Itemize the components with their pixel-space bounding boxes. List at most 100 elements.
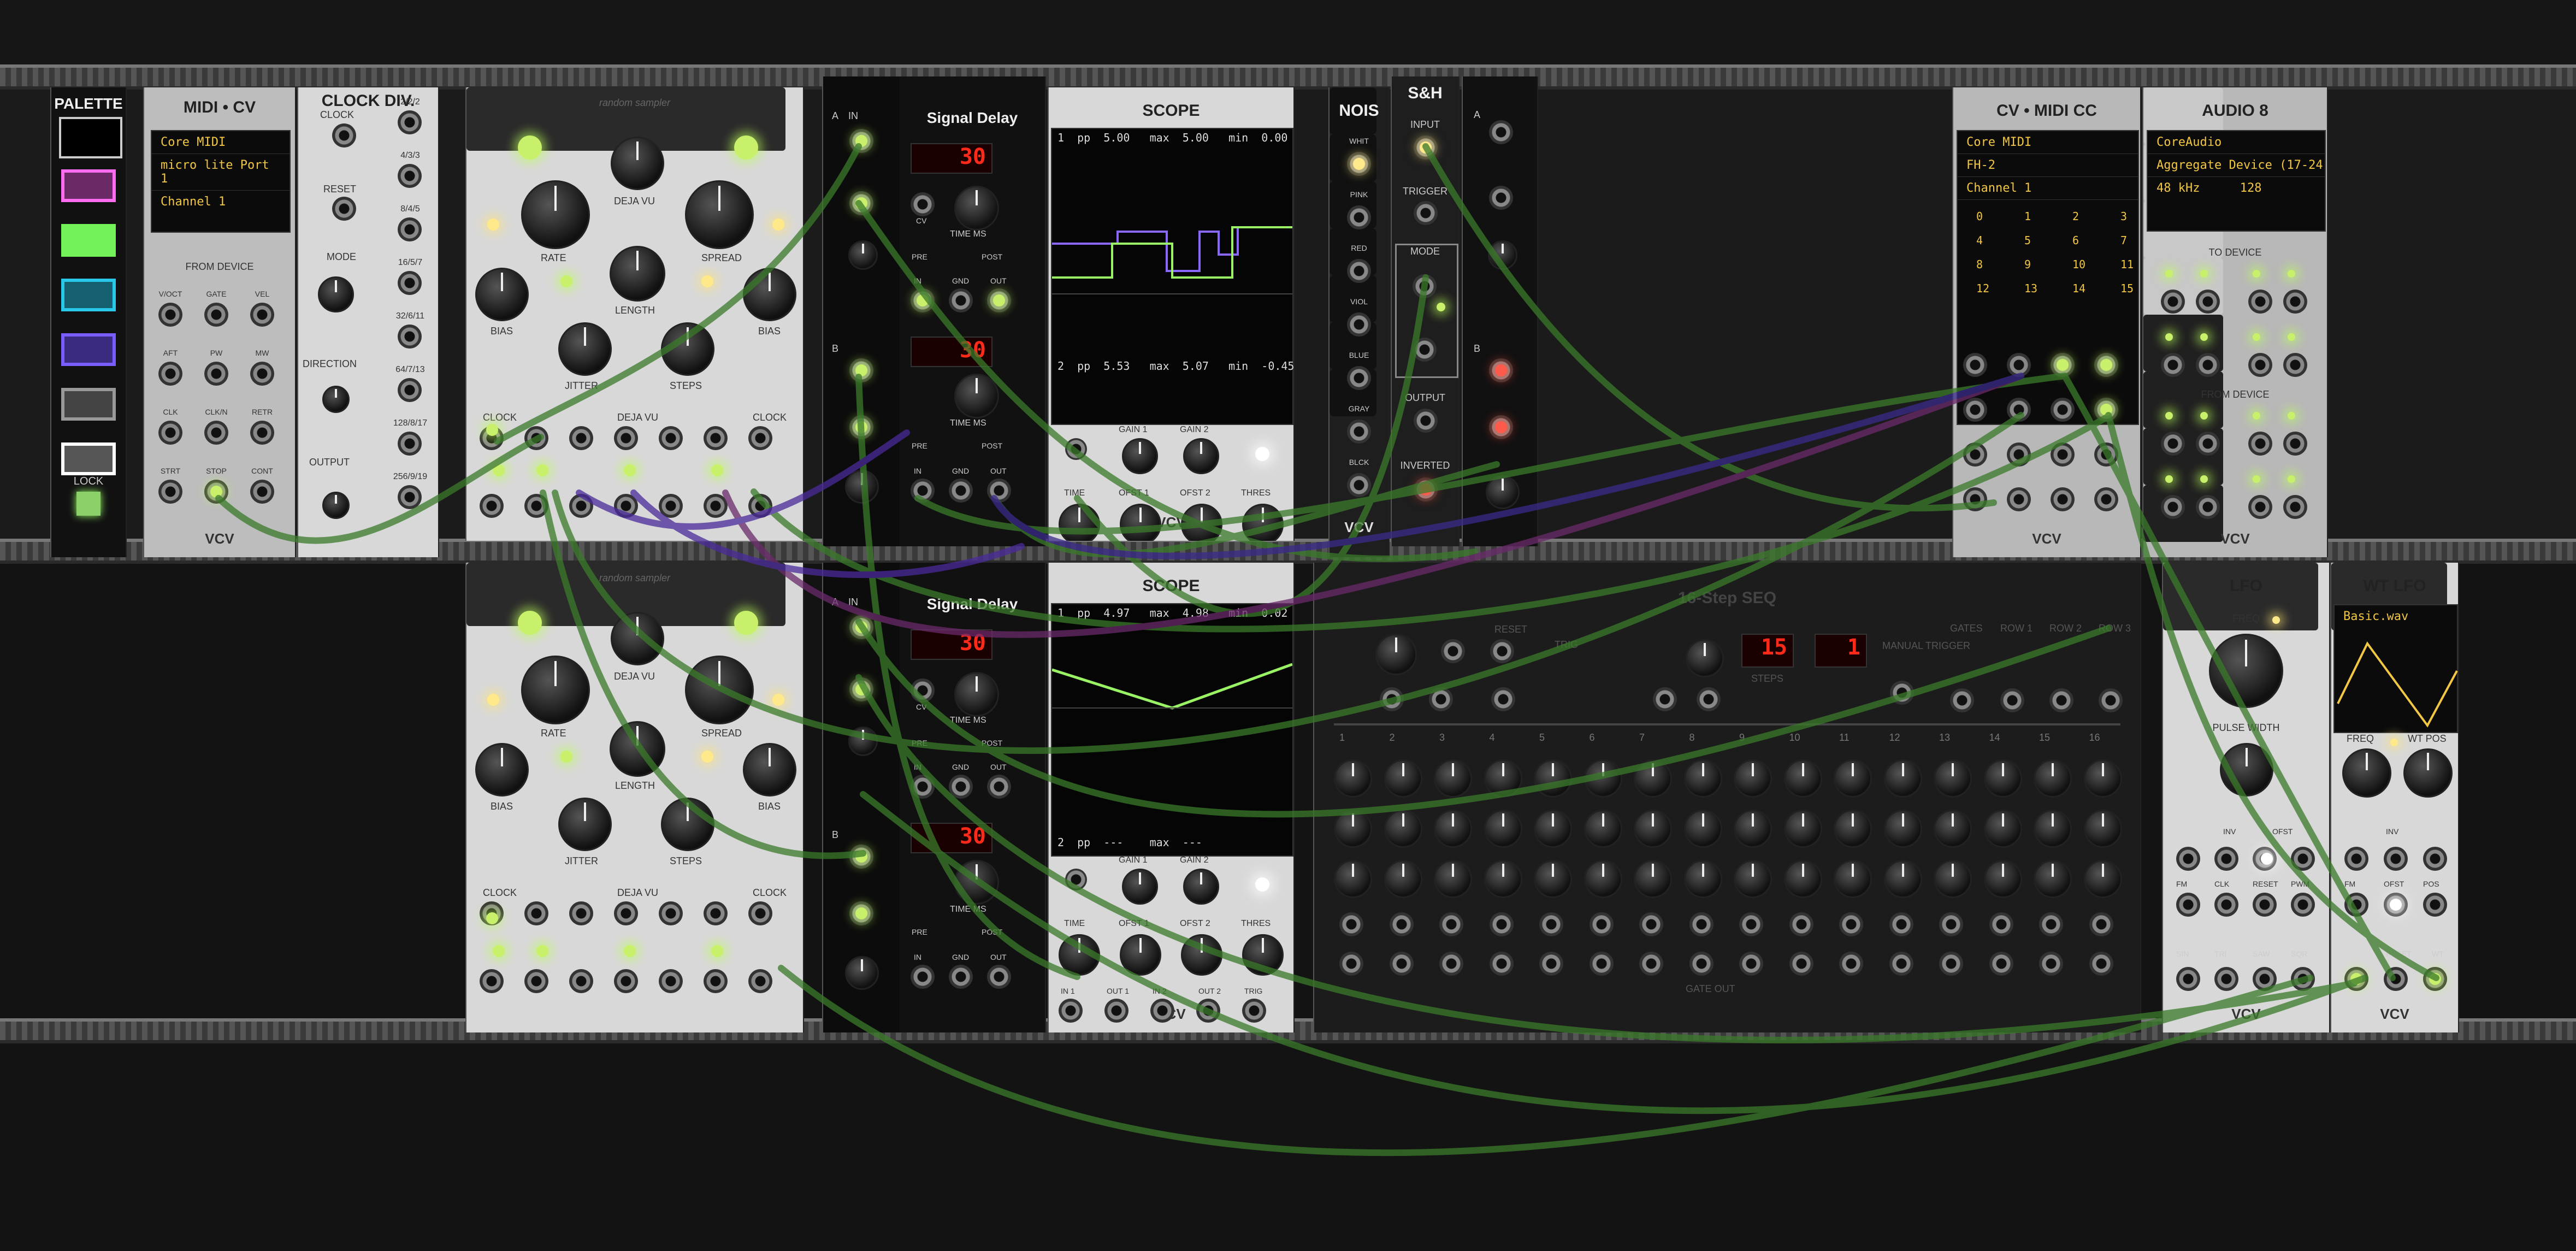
- scope-1-x2-button[interactable]: [1065, 438, 1087, 460]
- seq-clock-jack[interactable]: [1380, 687, 1404, 711]
- seq-manual-trigger-button[interactable]: [1890, 681, 1914, 705]
- delay-a-cv-jack[interactable]: [911, 678, 935, 703]
- sampler-input-jack[interactable]: [614, 426, 638, 450]
- seq-step-knob[interactable]: [1783, 860, 1822, 898]
- cc-number[interactable]: 0: [1968, 205, 1992, 227]
- scope-1-trig-button[interactable]: [1255, 447, 1269, 461]
- lfo-mode-button[interactable]: [2291, 847, 2315, 871]
- seq-gate-out-jack[interactable]: [1339, 952, 1363, 976]
- wt-lfo-wtpos-knob[interactable]: [2403, 748, 2453, 798]
- seq-gate-out-jack[interactable]: [1939, 952, 1963, 976]
- seq-step-knob[interactable]: [1983, 810, 2022, 848]
- seq-step-knob[interactable]: [1584, 759, 1622, 798]
- audio8-jack[interactable]: [2283, 290, 2307, 314]
- cv-midi-cc-input-jack[interactable]: [1963, 398, 1987, 422]
- noise-output-jack[interactable]: [1347, 366, 1371, 390]
- wt-lfo-mode-button[interactable]: [2384, 847, 2408, 871]
- clock-div-clock-in[interactable]: [332, 123, 356, 147]
- cv-midi-cc-input-jack[interactable]: [2051, 487, 2075, 511]
- audio8-device[interactable]: Aggregate Device (17-24 i: [2148, 154, 2325, 176]
- delay-b-io-jack[interactable]: [987, 965, 1011, 989]
- midi-cv-driver[interactable]: Core MIDI: [152, 131, 289, 154]
- scope-1-knob[interactable]: [1059, 504, 1100, 541]
- scope-2-knob[interactable]: [1242, 934, 1284, 976]
- lfo-output-jack[interactable]: [2176, 967, 2200, 991]
- att-a-knob[interactable]: [1488, 240, 1517, 270]
- palette-lock-button[interactable]: [76, 492, 101, 516]
- cc-number[interactable]: 3: [2112, 205, 2136, 227]
- sampler-output-jack[interactable]: [748, 494, 772, 518]
- seq-gate-out-jack[interactable]: [1639, 952, 1663, 976]
- seq-step-knob[interactable]: [2034, 860, 2072, 898]
- lfo-output-jack[interactable]: [2253, 967, 2277, 991]
- sampler-output-jack[interactable]: [524, 494, 548, 518]
- seq-gate-out-jack[interactable]: [1589, 952, 1614, 976]
- cc-number[interactable]: 9: [2016, 253, 2040, 275]
- audio8-jack[interactable]: [2196, 353, 2220, 377]
- delay-b-io-jack[interactable]: [911, 479, 935, 503]
- wt-lfo-input-jack[interactable]: [2344, 893, 2368, 917]
- seq-gate-out-jack[interactable]: [2039, 952, 2063, 976]
- clock-div-output-jack[interactable]: [398, 485, 422, 509]
- scope-1-knob[interactable]: [1181, 504, 1222, 541]
- seq-steps-jack[interactable]: [1697, 687, 1721, 711]
- seq-gate-button[interactable]: [1539, 912, 1563, 936]
- sh-trigger-jack[interactable]: [1414, 201, 1438, 225]
- seq-gate-button[interactable]: [1339, 912, 1363, 936]
- sampler-dejavu-knob[interactable]: [611, 137, 664, 190]
- seq-step-knob[interactable]: [1534, 810, 1572, 848]
- cv-midi-cc-input-jack[interactable]: [2007, 353, 2031, 377]
- seq-step-knob[interactable]: [1634, 759, 1672, 798]
- sampler-input-jack[interactable]: [748, 901, 772, 925]
- cc-number[interactable]: 6: [2064, 229, 2088, 251]
- sampler-output-jack[interactable]: [524, 969, 548, 993]
- cc-number[interactable]: 15: [2112, 278, 2140, 299]
- seq-gate-button[interactable]: [1639, 912, 1663, 936]
- scope-1-display[interactable]: 1 pp 5.00 max 5.00 min 0.00 2 pp 5.53 ma…: [1051, 128, 1293, 425]
- palette-swatch-white[interactable]: [61, 442, 116, 475]
- midi-cv-output-jack[interactable]: [250, 303, 274, 327]
- palette-swatch-cyan[interactable]: [61, 279, 116, 311]
- seq-step-knob[interactable]: [1334, 860, 1372, 898]
- sampler-input-jack[interactable]: [659, 426, 683, 450]
- seq-step-knob[interactable]: [1734, 810, 1772, 848]
- scope-2-knob[interactable]: [1181, 934, 1222, 976]
- scope-2-io-jack[interactable]: [1242, 999, 1266, 1023]
- delay-a-time-knob[interactable]: [954, 672, 999, 717]
- midi-cv-output-jack[interactable]: [158, 421, 182, 445]
- lfo-output-jack[interactable]: [2214, 967, 2238, 991]
- cv-midi-cc-channel[interactable]: Channel 1: [1958, 176, 2138, 199]
- audio8-jack[interactable]: [2161, 290, 2185, 314]
- audio8-jack[interactable]: [2283, 353, 2307, 377]
- midi-cv-device[interactable]: micro lite Port 1: [152, 154, 289, 190]
- delay-b-io-jack[interactable]: [987, 479, 1011, 503]
- seq-gate-button[interactable]: [1839, 912, 1863, 936]
- sampler-output-jack[interactable]: [569, 969, 593, 993]
- delay-a-io-jack[interactable]: [911, 775, 935, 799]
- sampler-input-jack[interactable]: [569, 426, 593, 450]
- sampler-output-jack[interactable]: [659, 969, 683, 993]
- seq-gate-out-jack[interactable]: [1839, 952, 1863, 976]
- scope-2-io-jack[interactable]: [1059, 999, 1083, 1023]
- seq-gate-out-jack[interactable]: [2089, 952, 2113, 976]
- seq-step-knob[interactable]: [1783, 810, 1822, 848]
- seq-gate-button[interactable]: [2089, 912, 2113, 936]
- sampler-input-jack[interactable]: [748, 426, 772, 450]
- clock-div-output-jack[interactable]: [398, 110, 422, 134]
- scope-2-x2-button[interactable]: [1065, 869, 1087, 890]
- audio8-jack[interactable]: [2248, 353, 2272, 377]
- sampler-output-jack[interactable]: [748, 969, 772, 993]
- seq-step-knob[interactable]: [1384, 860, 1422, 898]
- scope-2-io-jack[interactable]: [1196, 999, 1220, 1023]
- sampler-bias2-knob[interactable]: [743, 743, 796, 796]
- cv-midi-cc-display[interactable]: Core MIDI FH-2 Channel 1 0 1 2 3 4 5 6 7 8 9 10 11 1…: [1957, 130, 2139, 425]
- lfo-pw-knob[interactable]: [2220, 743, 2273, 796]
- cc-number[interactable]: 7: [2112, 229, 2136, 251]
- midi-cv-output-jack[interactable]: [250, 362, 274, 386]
- scope-2-display[interactable]: 1 pp 4.97 max 4.98 min 0.02 2 pp --- max…: [1051, 603, 1293, 857]
- sh-mode-jack-2[interactable]: [1413, 338, 1437, 362]
- palette-swatch-pink[interactable]: [61, 169, 116, 202]
- seq-steps-knob[interactable]: [1686, 639, 1724, 677]
- lfo-output-jack[interactable]: [2291, 967, 2315, 991]
- wt-lfo-freq-knob[interactable]: [2342, 748, 2391, 798]
